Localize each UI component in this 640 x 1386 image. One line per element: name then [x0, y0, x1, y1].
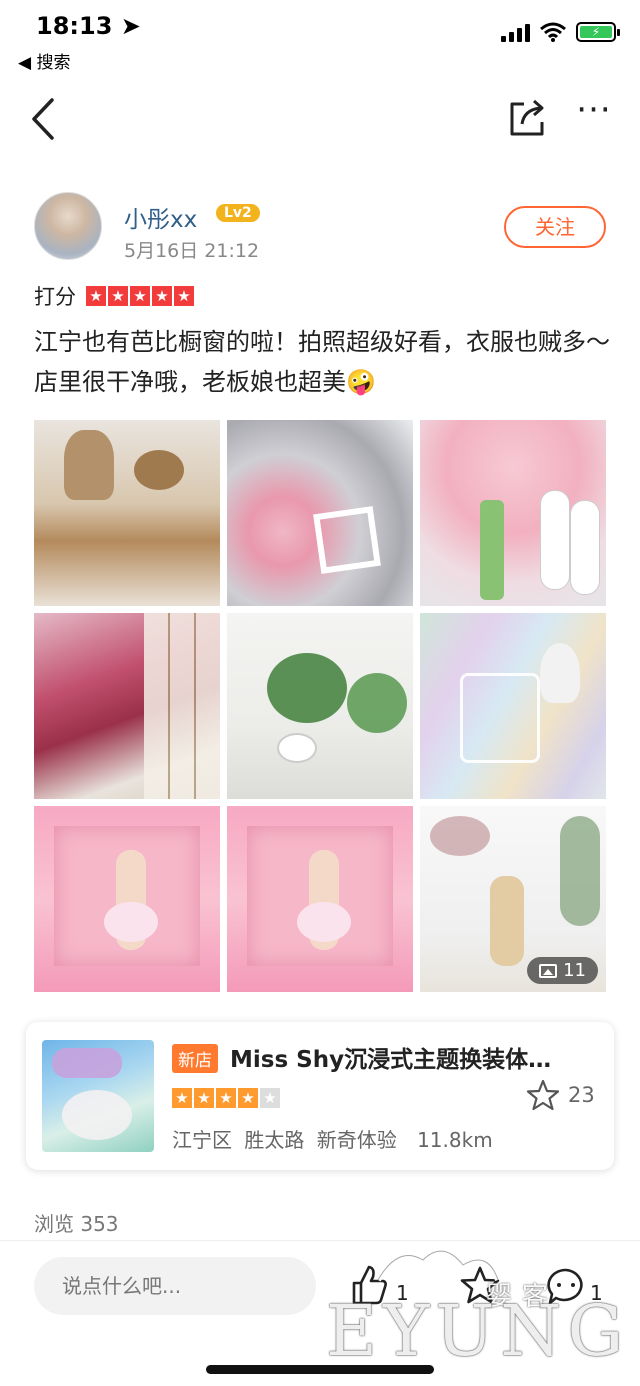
shop-favorite[interactable]: 23 — [526, 1078, 595, 1112]
photo-7[interactable] — [34, 806, 220, 992]
status-bar: 18:13 ➤ ◀ 搜索 ⚡ — [0, 0, 640, 76]
shop-thumbnail[interactable] — [42, 1040, 154, 1152]
shop-card[interactable]: 新店 Miss Shy沉浸式主题换装体… ★ ★ ★ ★ ★ 23 江宁区 胜太… — [26, 1022, 614, 1170]
home-indicator — [206, 1365, 434, 1374]
new-shop-badge: 新店 — [172, 1044, 218, 1073]
star-empty-icon: ★ — [260, 1088, 280, 1108]
photo-3[interactable] — [420, 420, 606, 606]
photo-4[interactable] — [34, 613, 220, 799]
star-icon: ★ — [172, 1088, 192, 1108]
status-icons: ⚡ — [501, 22, 620, 42]
shop-category: 新奇体验 — [316, 1128, 397, 1152]
follow-button[interactable]: 关注 — [504, 206, 606, 248]
shop-rating: ★ ★ ★ ★ ★ — [172, 1088, 280, 1108]
photo-2[interactable] — [227, 420, 413, 606]
like-count: 1 — [396, 1281, 409, 1305]
bottom-bar: 1 1 — [0, 1240, 640, 1386]
status-time: 18:13 ➤ — [36, 12, 141, 40]
share-icon[interactable] — [506, 96, 550, 140]
photo-9[interactable]: 11 — [420, 806, 606, 992]
shop-street: 胜太路 — [244, 1128, 305, 1152]
review-text: 江宁也有芭比橱窗的啦！拍照超级好看，衣服也贼多～ 店里很干净哦，老板娘也超美🤪 — [34, 328, 610, 396]
star-icon: ★ — [130, 286, 150, 306]
star-icon: ★ — [152, 286, 172, 306]
star-icon: ★ — [216, 1088, 236, 1108]
comment-count: 1 — [590, 1281, 603, 1305]
shop-name[interactable]: Miss Shy沉浸式主题换装体… — [230, 1040, 590, 1074]
view-count: 浏览 353 — [34, 1212, 119, 1236]
author-header: 小彤xx Lv2 5月16日 21:12 关注 — [34, 192, 614, 264]
author-name[interactable]: 小彤xx — [124, 200, 197, 234]
nav-bar: ··· — [0, 88, 640, 150]
more-options-icon[interactable]: ··· — [574, 93, 614, 138]
like-icon[interactable] — [350, 1263, 390, 1307]
wifi-icon — [540, 22, 566, 42]
photo-8[interactable] — [227, 806, 413, 992]
star-outline-icon[interactable] — [526, 1078, 560, 1112]
star-icon: ★ — [194, 1088, 214, 1108]
rating-row: 打分 ★ ★ ★ ★ ★ — [34, 282, 196, 310]
photo-grid: 11 — [34, 420, 606, 992]
star-icon: ★ — [108, 286, 128, 306]
post-date: 5月16日 21:12 — [124, 240, 260, 262]
photo-count-badge: 11 — [527, 957, 598, 984]
photo-6[interactable] — [420, 613, 606, 799]
star-icon: ★ — [238, 1088, 258, 1108]
shop-meta: 江宁区 胜太路 新奇体验 11.8km — [172, 1124, 499, 1153]
shop-distance: 11.8km — [417, 1128, 493, 1152]
comment-icon[interactable] — [546, 1267, 586, 1307]
image-icon — [539, 963, 558, 978]
photo-1[interactable] — [34, 420, 220, 606]
status-back-link[interactable]: ◀ 搜索 — [18, 48, 70, 73]
level-badge: Lv2 — [216, 204, 260, 222]
photo-5[interactable] — [227, 613, 413, 799]
signal-icon — [501, 22, 530, 42]
battery-icon: ⚡ — [576, 22, 620, 42]
favorite-icon[interactable] — [460, 1265, 500, 1305]
avatar[interactable] — [34, 192, 102, 260]
comment-input[interactable] — [34, 1257, 316, 1315]
star-icon: ★ — [86, 286, 106, 306]
favorite-count: 23 — [568, 1083, 595, 1107]
shop-district: 江宁区 — [172, 1128, 232, 1152]
rating-label: 打分 — [34, 285, 76, 309]
back-arrow-icon[interactable] — [26, 96, 66, 142]
star-icon: ★ — [174, 286, 194, 306]
